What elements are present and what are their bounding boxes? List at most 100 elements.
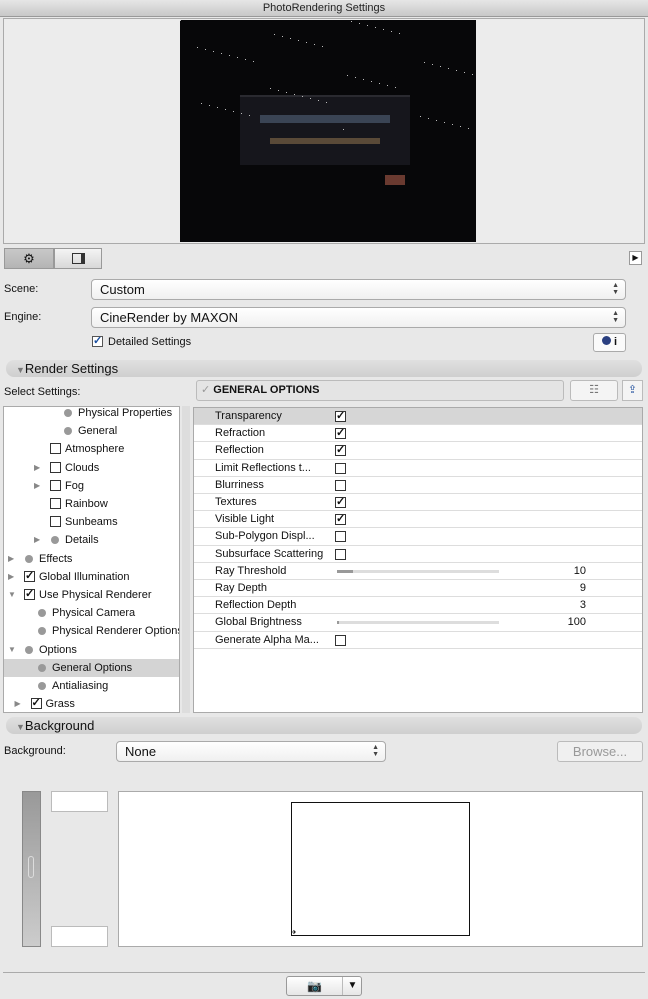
option-row[interactable]: Refraction ✓: [194, 425, 642, 443]
tree-checkbox[interactable]: ✓: [24, 589, 35, 600]
star: [428, 118, 429, 119]
tree-item[interactable]: General Options: [4, 658, 179, 677]
star: [391, 31, 392, 32]
tree-item-label: Antialiasing: [52, 680, 109, 692]
tree-item[interactable]: ▶ ✓ Global Illumination: [4, 568, 179, 586]
option-checkbox[interactable]: ✓: [335, 514, 346, 526]
option-checkbox[interactable]: [335, 531, 346, 543]
background-layout-preview: ↳: [118, 791, 643, 947]
option-value[interactable]: 100: [568, 616, 586, 628]
option-checkbox[interactable]: ✓: [335, 428, 346, 440]
triangle-down-icon[interactable]: ▼: [8, 641, 16, 659]
triangle-right-icon[interactable]: ▶: [34, 459, 40, 477]
option-row[interactable]: Textures ✓: [194, 494, 642, 512]
star: [326, 102, 327, 103]
tree-item[interactable]: Atmosphere: [4, 440, 179, 458]
triangle-right-icon[interactable]: ▶: [8, 550, 14, 568]
tree-item-label: Physical Camera: [52, 607, 136, 620]
tree-item[interactable]: Physical Renderer Options: [4, 622, 179, 640]
tree-item[interactable]: ▶ Effects: [4, 550, 179, 568]
tab-settings[interactable]: ⚙: [4, 248, 54, 269]
star: [249, 115, 250, 116]
option-row[interactable]: Subsurface Scattering: [194, 546, 642, 563]
option-checkbox[interactable]: ✓: [335, 497, 346, 508]
render-settings-header[interactable]: ▼Render Settings: [6, 360, 642, 377]
tree-item[interactable]: ▼ ✓ Use Physical Renderer: [4, 586, 179, 604]
bottom-value-input[interactable]: [51, 926, 108, 947]
tree-splitter[interactable]: [182, 406, 190, 713]
scene-select[interactable]: Custom ▲ ▼: [91, 279, 626, 300]
tree-checkbox[interactable]: ✓: [24, 570, 35, 582]
browse-button[interactable]: Browse...: [557, 741, 643, 762]
option-checkbox[interactable]: ✓: [335, 445, 346, 457]
option-row[interactable]: Limit Reflections t...: [194, 460, 642, 477]
detailed-settings-checkbox[interactable]: ✓: [92, 336, 103, 347]
tree-item-label: General Options: [52, 661, 133, 674]
option-slider[interactable]: [337, 569, 499, 573]
tree-item[interactable]: Antialiasing: [4, 677, 179, 695]
triangle-right-icon[interactable]: ▶: [34, 531, 40, 549]
settings-tree[interactable]: Physical Properties General Atmosphere ▶ Clo…: [3, 406, 180, 713]
tree-item[interactable]: ▼ Options: [4, 641, 179, 659]
list-view-button[interactable]: ☷: [570, 380, 618, 401]
option-checkbox[interactable]: [335, 462, 346, 474]
star: [197, 47, 198, 48]
tree-checkbox[interactable]: ✓: [30, 698, 42, 710]
option-row[interactable]: Visible Light ✓: [194, 511, 642, 529]
tree-item[interactable]: Physical Properties: [4, 407, 179, 422]
option-checkbox[interactable]: [335, 634, 346, 646]
star: [245, 59, 246, 60]
tree-item[interactable]: ▶ Clouds: [4, 459, 179, 477]
option-row[interactable]: Reflection ✓: [194, 442, 642, 460]
option-checkbox[interactable]: [335, 479, 346, 491]
tree-item[interactable]: Sunbeams: [4, 513, 179, 531]
tree-item[interactable]: ▶ ✓ Grass: [4, 695, 179, 712]
option-value[interactable]: 9: [580, 582, 586, 594]
option-checkbox[interactable]: [335, 548, 346, 560]
tree-item[interactable]: ▶ Fog: [4, 477, 179, 495]
vertical-link-slider[interactable]: [22, 791, 41, 947]
render-preview-image: [180, 20, 476, 242]
option-row[interactable]: Reflection Depth 3: [194, 597, 642, 615]
triangle-right-icon[interactable]: ▶: [8, 568, 14, 586]
option-row[interactable]: Global Brightness 100: [194, 614, 642, 632]
tree-checkbox[interactable]: [50, 498, 61, 509]
option-row[interactable]: Sub-Polygon Displ...: [194, 528, 642, 546]
triangle-down-icon[interactable]: ▼: [8, 586, 16, 604]
photorender-button[interactable]: 📷 ▼: [286, 976, 362, 996]
option-slider[interactable]: [337, 621, 499, 625]
tree-checkbox[interactable]: [50, 443, 61, 455]
updown-icon: ▲ ▼: [612, 310, 619, 324]
option-row[interactable]: Transparency ✓: [194, 408, 642, 426]
tree-item[interactable]: Rainbow: [4, 495, 179, 513]
tree-checkbox[interactable]: [50, 479, 61, 491]
option-checkbox[interactable]: ✓: [335, 411, 346, 422]
star: [452, 124, 453, 125]
triangle-right-icon[interactable]: ▶: [34, 477, 40, 495]
top-value-input[interactable]: [51, 791, 108, 812]
option-row[interactable]: Generate Alpha Ma...: [194, 632, 642, 649]
background-select[interactable]: None ▲ ▼: [116, 741, 386, 762]
tree-checkbox[interactable]: [50, 461, 61, 473]
tab-size[interactable]: [54, 248, 102, 269]
bullet-icon: [38, 682, 46, 690]
background-header[interactable]: ▼Background: [6, 717, 642, 734]
star: [302, 96, 303, 97]
export-settings-button[interactable]: ⇪: [622, 380, 643, 401]
list-tree-icon: ☷: [589, 384, 599, 396]
option-value[interactable]: 3: [580, 599, 586, 611]
option-row[interactable]: Blurriness: [194, 477, 642, 494]
engine-select[interactable]: CineRender by MAXON ▲ ▼: [91, 307, 626, 328]
tree-checkbox[interactable]: [50, 516, 61, 528]
options-table[interactable]: Transparency ✓ Refraction ✓ Reflection ✓ Limit…: [193, 407, 643, 713]
dropdown-arrow-icon[interactable]: ▼: [342, 977, 362, 995]
tree-item[interactable]: Physical Camera: [4, 604, 179, 622]
option-value[interactable]: 10: [574, 565, 586, 577]
tree-item[interactable]: ▶ Details: [4, 531, 179, 549]
option-row[interactable]: Ray Threshold 10: [194, 563, 642, 580]
option-row[interactable]: Ray Depth 9: [194, 580, 642, 598]
tree-item[interactable]: General: [4, 422, 179, 440]
expand-panel-button[interactable]: ▶: [629, 251, 642, 265]
triangle-right-icon[interactable]: ▶: [15, 695, 21, 712]
engine-info-button[interactable]: i: [593, 333, 626, 352]
